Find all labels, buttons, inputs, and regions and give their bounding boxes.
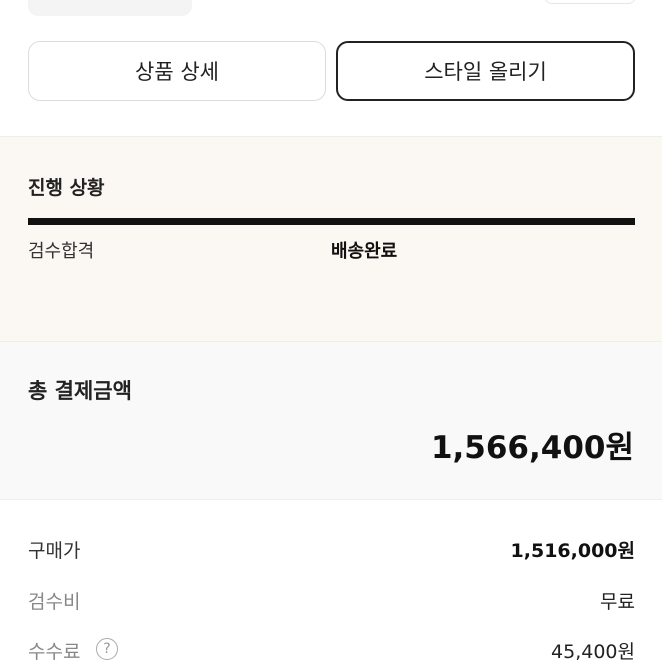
detail-label: 검수비 bbox=[28, 591, 81, 613]
progress-step-delivered: 배송완료 bbox=[331, 241, 398, 262]
detail-row-commission: 수수료 ? 45,400원 bbox=[28, 637, 635, 662]
detail-row-inspection-fee: 검수비 무료 bbox=[28, 587, 635, 617]
total-payment-amount: 1,566,400원 bbox=[430, 430, 634, 466]
progress-title: 진행 상황 bbox=[28, 177, 105, 199]
detail-value: 1,516,000원 bbox=[510, 540, 635, 562]
detail-row-purchase-price: 구매가 1,516,000원 bbox=[28, 536, 635, 566]
order-detail-page: 상품 상세 스타일 올리기 진행 상황 검수합격 배송완료 총 결제금액 1,5… bbox=[0, 0, 662, 662]
top-chip bbox=[28, 0, 192, 16]
progress-bar bbox=[28, 218, 635, 225]
action-buttons: 상품 상세 스타일 올리기 bbox=[28, 41, 635, 101]
detail-value: 45,400원 bbox=[551, 641, 635, 662]
progress-section: 진행 상황 검수합격 배송완료 bbox=[0, 136, 662, 341]
payment-details: 구매가 1,516,000원 검수비 무료 수수료 ? 45,400원 bbox=[0, 499, 662, 662]
detail-label: 구매가 bbox=[28, 540, 81, 562]
top-chip-outline bbox=[544, 0, 636, 4]
total-payment-title: 총 결제금액 bbox=[28, 379, 132, 403]
product-detail-button[interactable]: 상품 상세 bbox=[28, 41, 326, 101]
progress-step-inspection-passed: 검수합격 bbox=[28, 241, 95, 262]
total-payment-section: 총 결제금액 1,566,400원 bbox=[0, 341, 662, 499]
detail-value: 무료 bbox=[600, 591, 635, 613]
help-icon[interactable]: ? bbox=[96, 638, 118, 660]
upload-style-button[interactable]: 스타일 올리기 bbox=[336, 41, 635, 101]
detail-label: 수수료 bbox=[28, 641, 81, 662]
